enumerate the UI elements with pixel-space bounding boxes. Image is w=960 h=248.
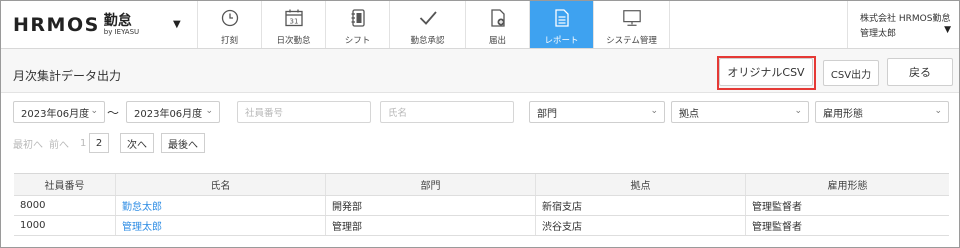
checkmark-icon	[418, 8, 438, 28]
employee-number-cell: 8000	[20, 200, 46, 211]
location-cell: 渋谷支店	[535, 216, 745, 235]
nav-label: 日次勤怠	[276, 36, 311, 46]
department-cell: 管理部	[325, 216, 535, 235]
report-icon	[552, 8, 572, 28]
calendar-icon: 31	[284, 8, 304, 28]
account-menu[interactable]: 株式会社 HRMOS勤怠 管理太郎 ▼	[847, 1, 959, 48]
chevron-down-icon: ⌄	[90, 106, 98, 116]
document-icon	[488, 8, 508, 28]
pager-prev: 前へ	[49, 139, 69, 151]
department-select[interactable]: 部門 ⌄	[529, 101, 665, 123]
back-button[interactable]: 戻る	[887, 58, 953, 86]
app-window: HRMOS 勤怠 by IEYASU ▼ 打刻 31 日次勤怠 シフト 勤怠承認…	[0, 0, 960, 248]
nav-attendance-approval[interactable]: 勤怠承認	[389, 1, 465, 48]
employee-number-cell: 1000	[20, 220, 46, 231]
csv-export-button[interactable]: CSV出力	[823, 60, 879, 86]
name-input[interactable]: 氏名	[380, 101, 514, 123]
nav-label: レポート	[544, 36, 579, 46]
nav-label: 届出	[488, 36, 506, 46]
notebook-icon	[348, 8, 368, 28]
nav-report[interactable]: レポート	[529, 1, 593, 48]
location-value: 拠点	[679, 108, 699, 120]
department-cell: 開発部	[325, 196, 535, 215]
location-select[interactable]: 拠点 ⌄	[671, 101, 809, 123]
original-csv-button[interactable]: オリジナルCSV	[719, 58, 813, 86]
employment-type-cell: 管理監督者	[745, 216, 949, 235]
month-from-select[interactable]: 2023年06月度 ⌄	[13, 101, 105, 123]
clock-icon	[220, 8, 240, 28]
pager-first: 最初へ	[13, 139, 43, 151]
column-header: 雇用形態	[745, 174, 949, 195]
svg-text:31: 31	[289, 18, 298, 26]
month-to-select[interactable]: 2023年06月度 ⌄	[126, 101, 220, 123]
column-header: 社員番号	[44, 181, 85, 192]
chevron-down-icon: ⌄	[794, 106, 802, 116]
table-row: 8000 勤怠太郎 開発部 新宿支店 管理監督者	[14, 196, 949, 216]
top-navigation-bar: HRMOS 勤怠 by IEYASU ▼ 打刻 31 日次勤怠 シフト 勤怠承認…	[1, 1, 959, 49]
logo-sub: 勤怠 by IEYASU	[104, 14, 139, 37]
employee-number-input[interactable]: 社員番号	[237, 101, 371, 123]
column-header: 氏名	[115, 174, 325, 195]
table-header-row: 社員番号 氏名 部門 拠点 雇用形態	[14, 174, 949, 196]
nav-punch[interactable]: 打刻	[197, 1, 261, 48]
nav-label: 打刻	[220, 36, 238, 46]
employee-name-link[interactable]: 勤怠太郎	[115, 196, 325, 215]
nav-label: 勤怠承認	[410, 36, 445, 46]
month-to-value: 2023年06月度	[134, 108, 203, 120]
pager-next[interactable]: 次へ	[120, 133, 154, 153]
month-from-value: 2023年06月度	[21, 108, 90, 120]
nav-label: シフト	[344, 36, 371, 46]
employment-type-cell: 管理監督者	[745, 196, 949, 215]
column-header: 拠点	[535, 174, 745, 195]
nav-daily-attendance[interactable]: 31 日次勤怠	[261, 1, 325, 48]
pager-page-2[interactable]: 2	[89, 133, 109, 153]
nav-spacer	[669, 1, 847, 48]
logo-by-line: by IEYASU	[103, 27, 140, 36]
nav-requests[interactable]: 届出	[465, 1, 529, 48]
nav-shift[interactable]: シフト	[325, 1, 389, 48]
monitor-icon	[622, 8, 642, 28]
table-row: 1000 管理太郎 管理部 渋谷支店 管理監督者	[14, 216, 949, 236]
page-title: 月次集計データ出力	[13, 69, 122, 83]
company-name: 株式会社 HRMOS勤怠	[860, 14, 951, 24]
page-title-bar: 月次集計データ出力	[1, 49, 959, 93]
chevron-down-icon: ⌄	[934, 106, 942, 116]
logo-text: HRMOS	[13, 13, 100, 36]
location-cell: 新宿支店	[535, 196, 745, 215]
logo-product-name: 勤怠	[103, 12, 132, 29]
column-header: 部門	[325, 174, 535, 195]
chevron-down-icon: ⌄	[650, 106, 658, 116]
user-name: 管理太郎	[860, 29, 897, 39]
chevron-down-icon: ⌄	[205, 106, 213, 116]
pager-last[interactable]: 最後へ	[161, 133, 205, 153]
employment-type-value: 雇用形態	[823, 108, 863, 120]
department-value: 部門	[537, 108, 557, 120]
caret-down-icon: ▼	[173, 19, 181, 30]
product-logo-menu[interactable]: HRMOS 勤怠 by IEYASU ▼	[1, 1, 197, 48]
pager-page-1: 1	[80, 137, 87, 149]
nav-label: システム管理	[606, 36, 657, 46]
employment-type-select[interactable]: 雇用形態 ⌄	[815, 101, 949, 123]
results-table: 社員番号 氏名 部門 拠点 雇用形態 8000 勤怠太郎 開発部 新宿支店 管理…	[14, 173, 949, 236]
nav-system-admin[interactable]: システム管理	[593, 1, 669, 48]
caret-down-icon: ▼	[944, 25, 951, 35]
range-separator: 〜	[107, 106, 120, 120]
employee-name-link[interactable]: 管理太郎	[115, 216, 325, 235]
